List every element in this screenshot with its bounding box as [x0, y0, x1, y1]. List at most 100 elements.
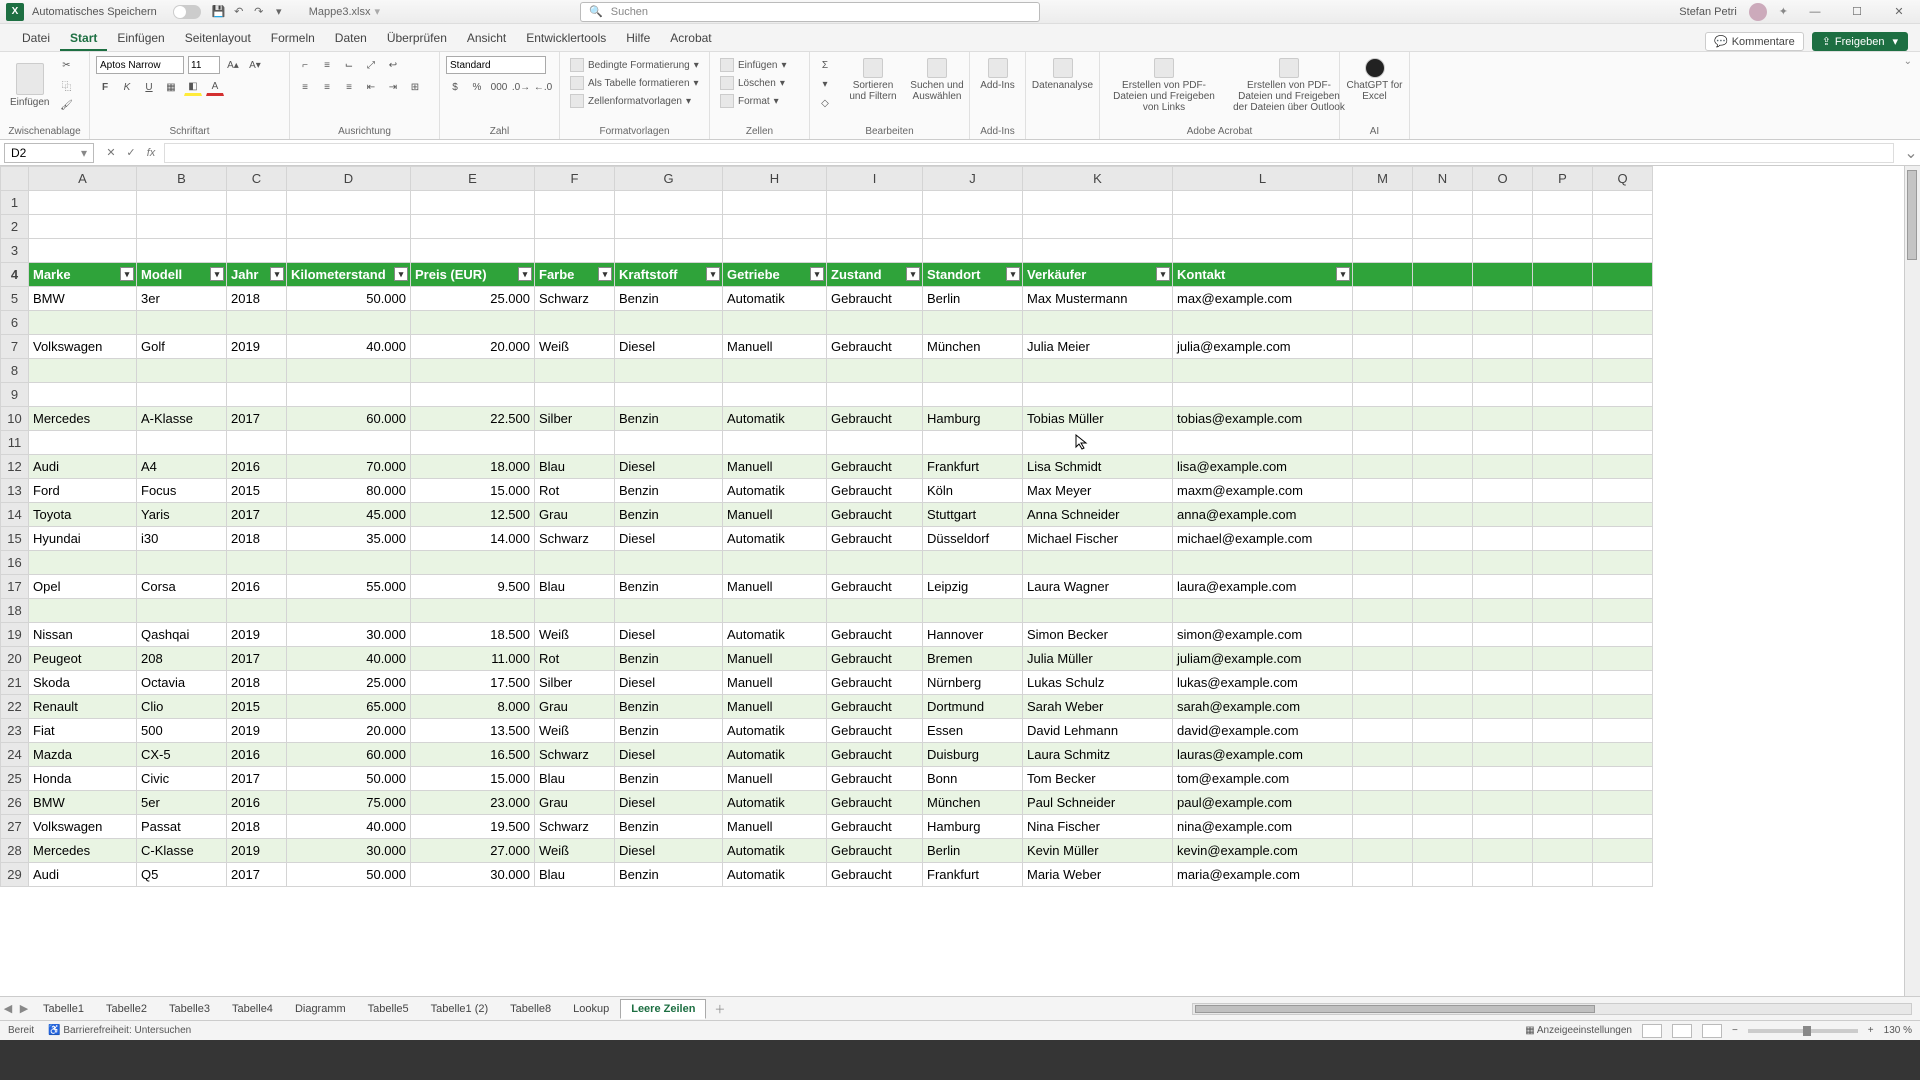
- cell[interactable]: [1353, 575, 1413, 599]
- cell[interactable]: [1173, 215, 1353, 239]
- cell[interactable]: [1473, 383, 1533, 407]
- row-header[interactable]: 6: [1, 311, 29, 335]
- cell[interactable]: 75.000: [287, 791, 411, 815]
- cell[interactable]: A4: [137, 455, 227, 479]
- cell[interactable]: 5er: [137, 791, 227, 815]
- row-header[interactable]: 12: [1, 455, 29, 479]
- cell[interactable]: 15.000: [411, 767, 535, 791]
- cell[interactable]: [1593, 671, 1653, 695]
- cell[interactable]: [29, 359, 137, 383]
- cell[interactable]: [1413, 359, 1473, 383]
- cell[interactable]: max@example.com: [1173, 287, 1353, 311]
- cell[interactable]: [535, 359, 615, 383]
- cell[interactable]: [1533, 431, 1593, 455]
- cell[interactable]: Anna Schneider: [1023, 503, 1173, 527]
- cell[interactable]: [1473, 407, 1533, 431]
- cell[interactable]: [227, 191, 287, 215]
- row-header[interactable]: 21: [1, 671, 29, 695]
- cell[interactable]: 30.000: [287, 839, 411, 863]
- search-input[interactable]: 🔍 Suchen: [580, 2, 1040, 22]
- align-top-icon[interactable]: ⌐: [296, 56, 314, 74]
- cell[interactable]: [1353, 815, 1413, 839]
- cell[interactable]: [1413, 839, 1473, 863]
- cell[interactable]: [1533, 719, 1593, 743]
- cell[interactable]: Mercedes: [29, 407, 137, 431]
- cell[interactable]: [1023, 431, 1173, 455]
- cell[interactable]: 2019: [227, 719, 287, 743]
- cell[interactable]: [1353, 623, 1413, 647]
- conditional-format-button[interactable]: Bedingte Formatierung▾: [566, 56, 703, 74]
- cell[interactable]: Automatik: [723, 623, 827, 647]
- row-header[interactable]: 26: [1, 791, 29, 815]
- cell[interactable]: Diesel: [615, 455, 723, 479]
- cell[interactable]: 16.500: [411, 743, 535, 767]
- align-center-icon[interactable]: ≡: [318, 78, 336, 96]
- cell[interactable]: 2016: [227, 455, 287, 479]
- col-header[interactable]: P: [1533, 167, 1593, 191]
- cell[interactable]: [615, 431, 723, 455]
- cell[interactable]: [1593, 455, 1653, 479]
- cell[interactable]: [29, 215, 137, 239]
- row-header[interactable]: 3: [1, 239, 29, 263]
- col-header[interactable]: K: [1023, 167, 1173, 191]
- insert-cells-button[interactable]: Einfügen▾: [716, 56, 803, 74]
- cell[interactable]: Benzin: [615, 695, 723, 719]
- cell[interactable]: [535, 599, 615, 623]
- cell[interactable]: laura@example.com: [1173, 575, 1353, 599]
- col-header[interactable]: A: [29, 167, 137, 191]
- cell[interactable]: [1473, 215, 1533, 239]
- cell[interactable]: Volkswagen: [29, 335, 137, 359]
- fill-icon[interactable]: ▾: [816, 75, 834, 93]
- col-header[interactable]: Q: [1593, 167, 1653, 191]
- cell[interactable]: [1533, 575, 1593, 599]
- cell[interactable]: [723, 359, 827, 383]
- cell[interactable]: Focus: [137, 479, 227, 503]
- filter-dropdown-icon[interactable]: ▾: [270, 267, 284, 281]
- cell[interactable]: Max Meyer: [1023, 479, 1173, 503]
- cell[interactable]: Gebraucht: [827, 455, 923, 479]
- cell[interactable]: Gebraucht: [827, 287, 923, 311]
- cell[interactable]: lisa@example.com: [1173, 455, 1353, 479]
- cell[interactable]: [1023, 359, 1173, 383]
- cell[interactable]: [1473, 791, 1533, 815]
- cell[interactable]: [1413, 743, 1473, 767]
- cell[interactable]: [535, 383, 615, 407]
- cell[interactable]: [1413, 191, 1473, 215]
- cell[interactable]: [1023, 215, 1173, 239]
- row-header[interactable]: 1: [1, 191, 29, 215]
- qat-dropdown-icon[interactable]: ▾: [269, 2, 289, 22]
- cell[interactable]: lukas@example.com: [1173, 671, 1353, 695]
- cell[interactable]: 19.500: [411, 815, 535, 839]
- menu-tab-acrobat[interactable]: Acrobat: [660, 27, 721, 51]
- cell[interactable]: [1353, 671, 1413, 695]
- filter-dropdown-icon[interactable]: ▾: [1156, 267, 1170, 281]
- cell[interactable]: Benzin: [615, 575, 723, 599]
- cell[interactable]: 8.000: [411, 695, 535, 719]
- redo-icon[interactable]: ↷: [249, 2, 269, 22]
- cell[interactable]: Manuell: [723, 767, 827, 791]
- align-bottom-icon[interactable]: ⌙: [340, 56, 358, 74]
- thousands-icon[interactable]: 000: [490, 78, 508, 96]
- cell[interactable]: michael@example.com: [1173, 527, 1353, 551]
- row-header[interactable]: 2: [1, 215, 29, 239]
- col-header[interactable]: N: [1413, 167, 1473, 191]
- cell[interactable]: Audi: [29, 455, 137, 479]
- cell[interactable]: Gebraucht: [827, 815, 923, 839]
- pdf-share-link-button[interactable]: Erstellen von PDF-Dateien und Freigeben …: [1106, 56, 1222, 115]
- cell[interactable]: Köln: [923, 479, 1023, 503]
- cell[interactable]: Benzin: [615, 407, 723, 431]
- cell[interactable]: Lisa Schmidt: [1023, 455, 1173, 479]
- cell[interactable]: 2018: [227, 287, 287, 311]
- cell[interactable]: München: [923, 335, 1023, 359]
- row-header[interactable]: 7: [1, 335, 29, 359]
- row-header[interactable]: 4: [1, 263, 29, 287]
- cell[interactable]: [1353, 551, 1413, 575]
- cell[interactable]: 30.000: [287, 623, 411, 647]
- cell[interactable]: [923, 191, 1023, 215]
- cell[interactable]: [723, 431, 827, 455]
- cell[interactable]: Tom Becker: [1023, 767, 1173, 791]
- cell[interactable]: [1473, 503, 1533, 527]
- cell[interactable]: Skoda: [29, 671, 137, 695]
- cell[interactable]: 17.500: [411, 671, 535, 695]
- cell[interactable]: [723, 191, 827, 215]
